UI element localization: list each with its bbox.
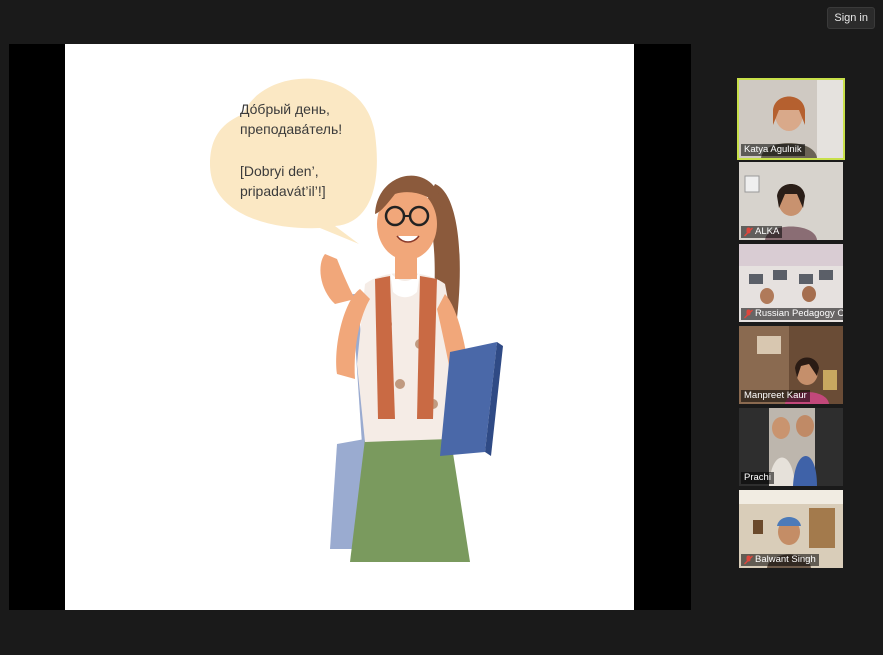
participant-name: Manpreet Kaur [744,390,807,401]
sign-in-button[interactable]: Sign in [827,7,875,29]
speech-line: [Dobryi den’, [240,163,319,179]
participant-tile[interactable]: Balwant Singh [739,490,843,568]
participant-tile[interactable]: Katya Agulnik [737,78,845,160]
presentation-slide: До́брый день, преподава́тель! [Dobryi de… [65,44,634,610]
speech-line: До́брый день, [240,101,330,117]
participant-name: Katya Agulnik [744,144,802,155]
mic-muted-icon [744,309,753,319]
participant-name-label: Prachi [741,472,774,484]
speech-line: pripadavát’il’!] [240,183,326,199]
mic-muted-icon [744,555,753,565]
participant-name-label: Russian Pedagogy Ce... [741,308,843,320]
speech-bubble-text: До́брый день, преподава́тель! [Dobryi de… [240,99,380,201]
participant-name-label: Katya Agulnik [741,144,805,156]
participant-name: Balwant Singh [755,554,816,565]
participant-tile[interactable]: Manpreet Kaur [739,326,843,404]
participant-name: ALKA [755,226,780,237]
shared-screen: До́брый день, преподава́тель! [Dobryi de… [9,44,691,610]
participant-name: Russian Pedagogy Ce... [755,308,843,319]
participant-name-label: Manpreet Kaur [741,390,810,402]
participant-tile[interactable]: Russian Pedagogy Ce... [739,244,843,322]
participant-name-label: Balwant Singh [741,554,819,566]
speech-line: преподава́тель! [240,121,343,137]
mic-muted-icon [744,227,753,237]
participant-gallery: Katya Agulnik ALKA Russian Pedagogy C Ma… [737,78,845,572]
participant-tile[interactable]: Prachi [739,408,843,486]
participant-name-label: ALKA [741,226,783,238]
participant-tile[interactable]: ALKA [739,162,843,240]
participant-name: Prachi [744,472,771,483]
